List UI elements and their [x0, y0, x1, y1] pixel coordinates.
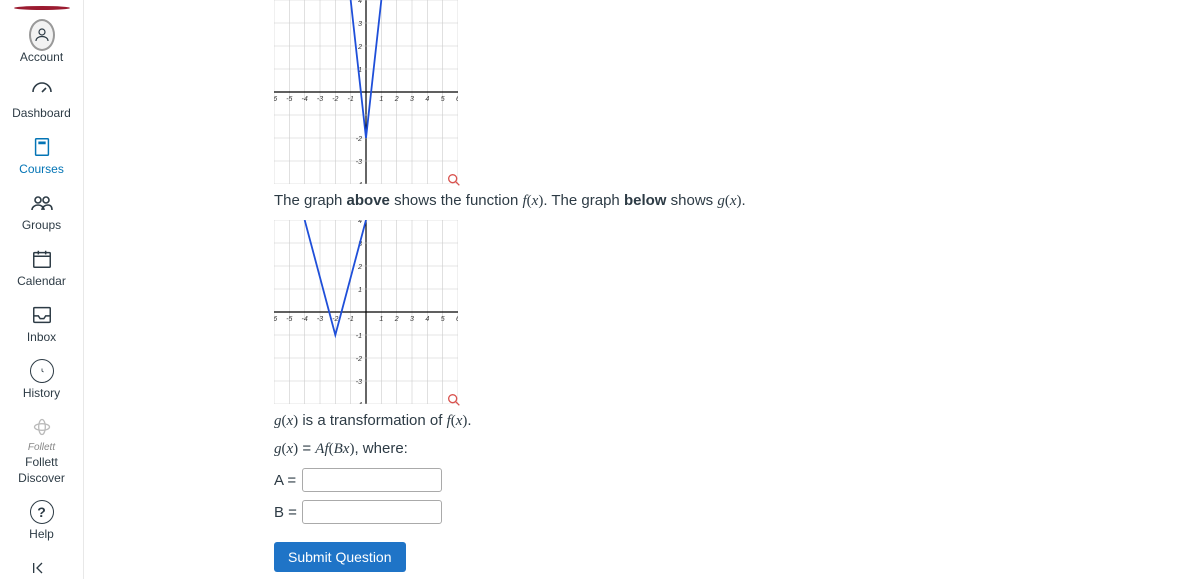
nav-collapse[interactable]	[0, 549, 84, 583]
nav-courses[interactable]: Courses	[0, 128, 84, 184]
svg-text:-1: -1	[348, 96, 354, 103]
svg-text:-3: -3	[356, 379, 362, 386]
svg-text:-3: -3	[356, 159, 362, 166]
svg-text:2: 2	[357, 44, 362, 51]
nav-label: Follett	[25, 455, 58, 469]
svg-text:4: 4	[358, 0, 362, 5]
inbox-icon	[29, 302, 55, 328]
svg-text:5: 5	[441, 316, 445, 323]
svg-text:-2: -2	[332, 316, 338, 323]
user-avatar-icon	[29, 22, 55, 48]
svg-text:2: 2	[394, 96, 399, 103]
svg-text:-5: -5	[286, 316, 292, 323]
graph-g: -6-5-4-3-2-1123456-4-3-2-11234	[274, 220, 458, 404]
svg-text:4: 4	[358, 220, 362, 225]
institution-logo[interactable]: CALIFORNIASTATEUNIVERSITYFRESNO	[14, 6, 70, 10]
svg-text:3: 3	[410, 96, 414, 103]
nav-label: Calendar	[17, 274, 66, 288]
nav-label: Courses	[19, 162, 64, 176]
a-input[interactable]	[302, 468, 442, 492]
nav-label: Groups	[22, 218, 61, 232]
svg-text:2: 2	[357, 264, 362, 271]
svg-text:-4: -4	[356, 402, 362, 404]
question-content: -6 -5 -4 -3 -2 -1 1 2 3 4 5 6 -4 -3 -2 1 2 3 4 The graph a…	[84, 0, 1200, 579]
svg-text:-1: -1	[348, 316, 354, 323]
b-input[interactable]	[302, 500, 442, 524]
b-label: B =	[274, 504, 302, 521]
svg-text:-6: -6	[274, 316, 277, 323]
svg-text:-2: -2	[356, 356, 362, 363]
svg-text:-5: -5	[286, 96, 292, 103]
nav-label: Discover	[18, 471, 65, 485]
svg-text:-2: -2	[332, 96, 338, 103]
history-icon	[29, 358, 55, 384]
svg-text:-3: -3	[317, 96, 323, 103]
nav-groups[interactable]: Groups	[0, 184, 84, 240]
svg-text:2: 2	[394, 316, 399, 323]
nav-label: Help	[29, 527, 54, 541]
svg-text:4: 4	[425, 96, 429, 103]
graph-f: -6-5-4-3-2-1123456-4-3-21234	[274, 0, 458, 184]
calendar-icon	[29, 246, 55, 272]
svg-text:-4: -4	[302, 316, 308, 323]
svg-text:-4: -4	[302, 96, 308, 103]
zoom-icon[interactable]	[446, 172, 462, 188]
input-row-b: B =	[274, 500, 1200, 524]
question-line-1: The graph above shows the function f(x).…	[274, 192, 1200, 210]
collapse-icon	[29, 555, 55, 581]
svg-text:6: 6	[456, 316, 458, 323]
global-nav: CALIFORNIASTATEUNIVERSITYFRESNO Account …	[0, 0, 84, 579]
svg-text:-6: -6	[274, 96, 277, 103]
nav-label: History	[23, 386, 60, 400]
svg-text:-1: -1	[356, 333, 362, 340]
groups-icon	[29, 190, 55, 216]
nav-label: Follett	[28, 442, 55, 453]
question-line-3: g(x) = Af(Bx), where:	[274, 440, 1200, 458]
svg-text:1: 1	[379, 96, 383, 103]
nav-label: Inbox	[27, 330, 56, 344]
help-icon: ?	[29, 499, 55, 525]
a-label: A =	[274, 472, 302, 489]
question-line-2: g(x) is a transformation of f(x).	[274, 412, 1200, 430]
svg-text:1: 1	[379, 316, 383, 323]
svg-text:6: 6	[456, 96, 458, 103]
svg-text:-4: -4	[356, 182, 362, 184]
nav-history[interactable]: History	[0, 352, 84, 408]
nav-calendar[interactable]: Calendar	[0, 240, 84, 296]
input-row-a: A =	[274, 468, 1200, 492]
submit-question-button[interactable]: Submit Question	[274, 542, 406, 572]
svg-text:-3: -3	[317, 316, 323, 323]
follett-icon	[29, 414, 55, 440]
zoom-icon[interactable]	[446, 392, 462, 408]
nav-label: Account	[20, 50, 63, 64]
nav-inbox[interactable]: Inbox	[0, 296, 84, 352]
svg-text:3: 3	[410, 316, 414, 323]
dashboard-icon	[29, 78, 55, 104]
svg-text:1: 1	[358, 287, 362, 294]
svg-text:-2: -2	[356, 136, 362, 143]
svg-text:3: 3	[358, 21, 362, 28]
nav-help[interactable]: ? Help	[0, 493, 84, 549]
svg-text:5: 5	[441, 96, 445, 103]
book-icon	[29, 134, 55, 160]
nav-account[interactable]: Account	[0, 16, 84, 72]
nav-dashboard[interactable]: Dashboard	[0, 72, 84, 128]
svg-text:4: 4	[425, 316, 429, 323]
nav-follett-discover[interactable]: Follett Follett Discover	[0, 408, 84, 493]
nav-label: Dashboard	[12, 106, 71, 120]
